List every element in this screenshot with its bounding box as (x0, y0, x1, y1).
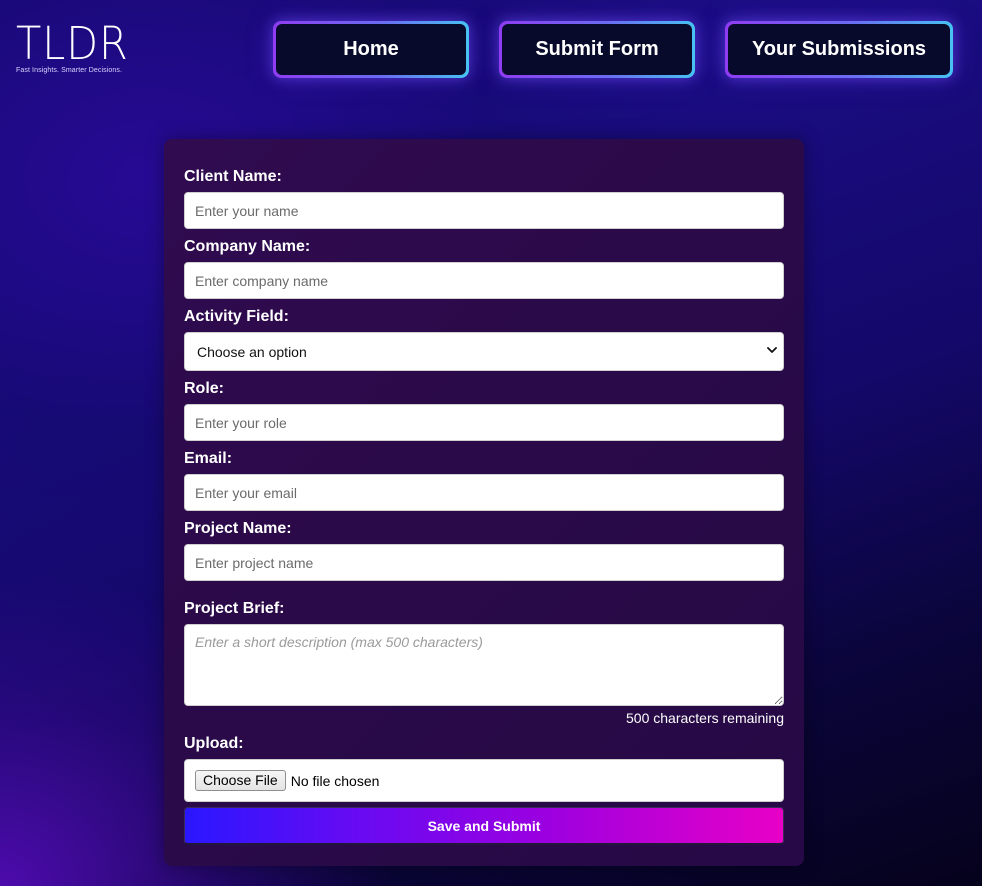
role-input[interactable] (184, 404, 784, 441)
client-name-input[interactable] (184, 192, 784, 229)
client-name-label: Client Name: (184, 168, 282, 185)
project-name-label: Project Name: (184, 520, 292, 537)
activity-field-label: Activity Field: (184, 308, 289, 325)
project-brief-textarea[interactable] (184, 624, 784, 706)
tldr-logo[interactable]: TLDR Fast Insights. Smarter Decisions. (16, 17, 129, 78)
save-and-submit-button[interactable]: Save and Submit (184, 807, 784, 845)
file-status-text: No file chosen (290, 772, 380, 789)
company-name-input[interactable] (184, 262, 784, 299)
email-label: Email: (184, 450, 233, 467)
nav-home-label: Home (276, 24, 466, 75)
project-brief-label: Project Brief: (184, 600, 285, 617)
logo-wordmark: TLDR (16, 17, 129, 70)
nav-your-submissions-label: Your Submissions (728, 24, 950, 75)
nav-submit-form-button[interactable]: Submit Form (499, 21, 695, 78)
character-counter: 500 characters remaining (626, 710, 784, 726)
choose-file-button[interactable]: Choose File (195, 770, 286, 791)
company-name-label: Company Name: (184, 238, 311, 255)
role-label: Role: (184, 380, 224, 397)
email-input[interactable] (184, 474, 784, 511)
file-upload-field[interactable]: Choose File No file chosen (184, 759, 784, 802)
nav-submit-form-label: Submit Form (502, 24, 692, 75)
activity-field-select[interactable]: Choose an option (184, 332, 784, 371)
nav-home-button[interactable]: Home (273, 21, 469, 78)
project-name-input[interactable] (184, 544, 784, 581)
nav-your-submissions-button[interactable]: Your Submissions (725, 21, 953, 78)
upload-label: Upload: (184, 735, 244, 752)
